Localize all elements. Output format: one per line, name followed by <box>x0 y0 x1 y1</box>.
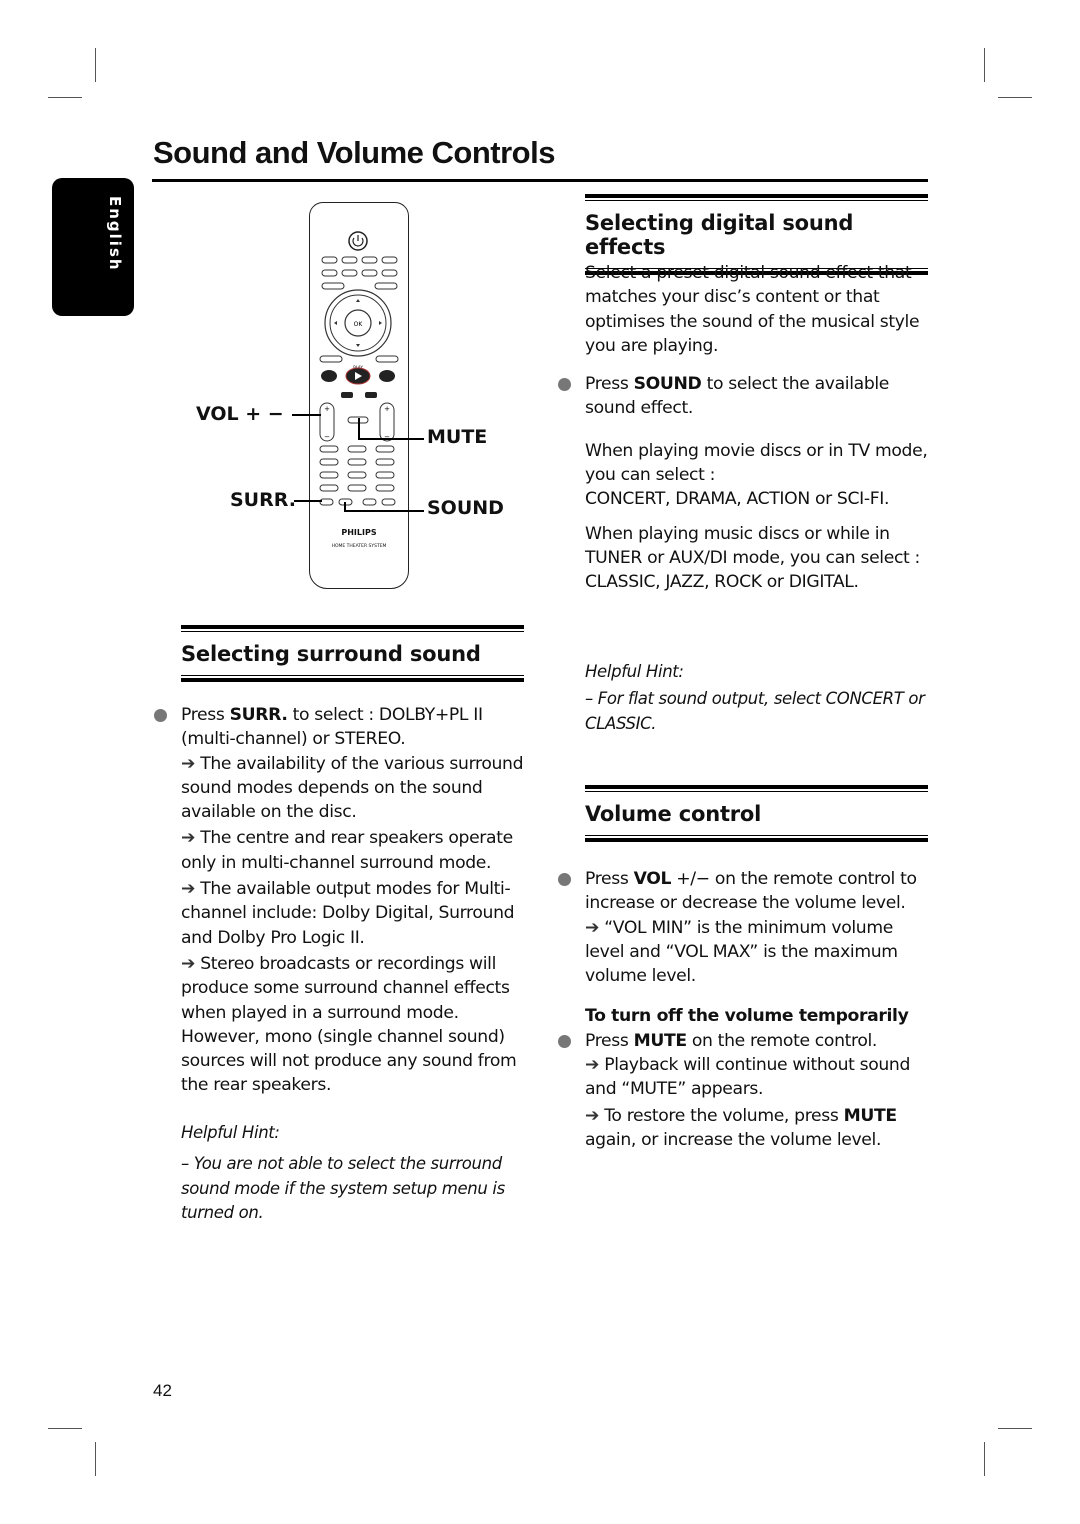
arrow-icon: ➔ <box>585 1055 600 1076</box>
vol-callout: VOL + − <box>196 403 284 425</box>
page-title: Sound and Volume Controls <box>153 135 555 170</box>
effects-body: Select a preset digital sound effect tha… <box>558 261 933 595</box>
arrow-icon: ➔ <box>181 828 196 849</box>
mute-bullet: Press MUTE on the remote control. <box>558 1029 933 1053</box>
surround-note: ➔ Stereo broadcasts or recordings will p… <box>181 953 517 1096</box>
svg-text:+: + <box>324 405 330 413</box>
source-buttons <box>321 256 398 290</box>
surr-leader <box>294 500 322 502</box>
volume-body: Press VOL +/− on the remote control to i… <box>558 867 933 1152</box>
surround-note: ➔ The availability of the various surrou… <box>181 753 524 823</box>
bullet-icon <box>558 378 571 392</box>
mute-note: ➔ Playback will continue without sound a… <box>585 1055 911 1100</box>
surround-section-header: Selecting surround sound <box>181 625 524 682</box>
number-keypad <box>319 445 396 506</box>
movie-mode-text: When playing movie discs or in TV mode, … <box>585 440 928 486</box>
sound-callout: SOUND <box>427 497 504 519</box>
surround-note: ➔ The available output modes for Multi-c… <box>181 879 515 948</box>
crop-mark <box>998 97 1032 98</box>
movie-mode-options: CONCERT, DRAMA, ACTION or SCI-FI. <box>585 489 890 510</box>
surround-heading: Selecting surround sound <box>181 642 481 666</box>
transport-buttons <box>321 367 395 398</box>
crop-mark <box>984 48 985 82</box>
language-label: English <box>106 196 124 272</box>
crop-mark <box>998 1428 1032 1429</box>
mute-leader <box>358 418 360 439</box>
stop-button <box>365 392 377 398</box>
effects-intro: Select a preset digital sound effect tha… <box>585 263 920 356</box>
hint-title: Helpful Hint: <box>585 662 684 681</box>
bullet-icon <box>154 709 167 722</box>
volume-heading: Volume control <box>585 802 762 826</box>
pause-button <box>341 392 353 398</box>
mute-key: MUTE <box>633 1030 687 1051</box>
crop-mark <box>984 1442 985 1476</box>
music-mode-text: When playing music discs or while in TUN… <box>585 523 920 568</box>
mute-leader-h <box>358 438 424 440</box>
arrow-icon: ➔ <box>585 917 600 938</box>
remote-brand: PHILIPS <box>341 528 377 537</box>
sound-leader-h <box>344 510 424 512</box>
vol-leader <box>292 414 321 416</box>
title-rule <box>152 179 928 182</box>
surround-note: ➔ The centre and rear speakers operate o… <box>181 828 513 873</box>
volume-section-header: Volume control <box>585 785 928 842</box>
crop-mark <box>95 1442 96 1476</box>
hint-title: Helpful Hint: <box>181 1123 280 1142</box>
surr-key: SURR. <box>229 705 288 725</box>
page-number: 42 <box>153 1381 172 1400</box>
language-tab: English <box>52 178 134 316</box>
mute-callout: MUTE <box>427 426 488 448</box>
volume-bullet: Press VOL +/− on the remote control to i… <box>558 867 933 916</box>
arrow-icon: ➔ <box>181 879 196 900</box>
surround-hint: Helpful Hint: – You are not able to sele… <box>181 1121 526 1225</box>
crop-mark <box>48 1428 82 1429</box>
arrow-icon: ➔ <box>181 953 196 974</box>
vol-key: VOL <box>633 869 672 889</box>
mute-subheading: To turn off the volume temporarily <box>585 1006 909 1027</box>
svg-text:+: + <box>384 405 390 413</box>
mute-note: ➔ To restore the volume, press MUTE agai… <box>585 1105 897 1150</box>
crop-mark <box>95 48 96 82</box>
effects-hint: Helpful Hint: – For flat sound output, s… <box>585 660 933 736</box>
ok-button-label: OK <box>354 321 364 328</box>
bullet-icon <box>558 1034 571 1048</box>
remote-body: OK PLAY + − <box>309 202 409 589</box>
arrow-icon: ➔ <box>585 1105 600 1126</box>
effects-heading: Selecting digital sound effects <box>585 211 854 259</box>
surround-bullet: Press SURR. to select : DOLBY+PL II (mul… <box>154 703 526 752</box>
sound-key: SOUND <box>633 374 702 395</box>
surr-callout: SURR. <box>230 489 296 511</box>
volume-note: ➔ “VOL MIN” is the minimum volume level … <box>585 917 898 987</box>
bullet-icon <box>558 873 571 886</box>
navigation-pad: OK <box>324 289 392 357</box>
effects-bullet: Press SOUND to select the available soun… <box>558 372 933 421</box>
arrow-icon: ➔ <box>181 753 196 774</box>
hint-text: – For flat sound output, select CONCERT … <box>585 689 925 733</box>
hint-text: – You are not able to select the surroun… <box>181 1154 505 1222</box>
music-mode-options: CLASSIC, JAZZ, ROCK or DIGITAL. <box>585 572 859 593</box>
svg-text:−: − <box>324 433 330 441</box>
surround-body: Press SURR. to select : DOLBY+PL II (mul… <box>154 703 526 1098</box>
remote-subtitle: HOME THEATER SYSTEM <box>331 544 387 549</box>
crop-mark <box>48 97 82 98</box>
